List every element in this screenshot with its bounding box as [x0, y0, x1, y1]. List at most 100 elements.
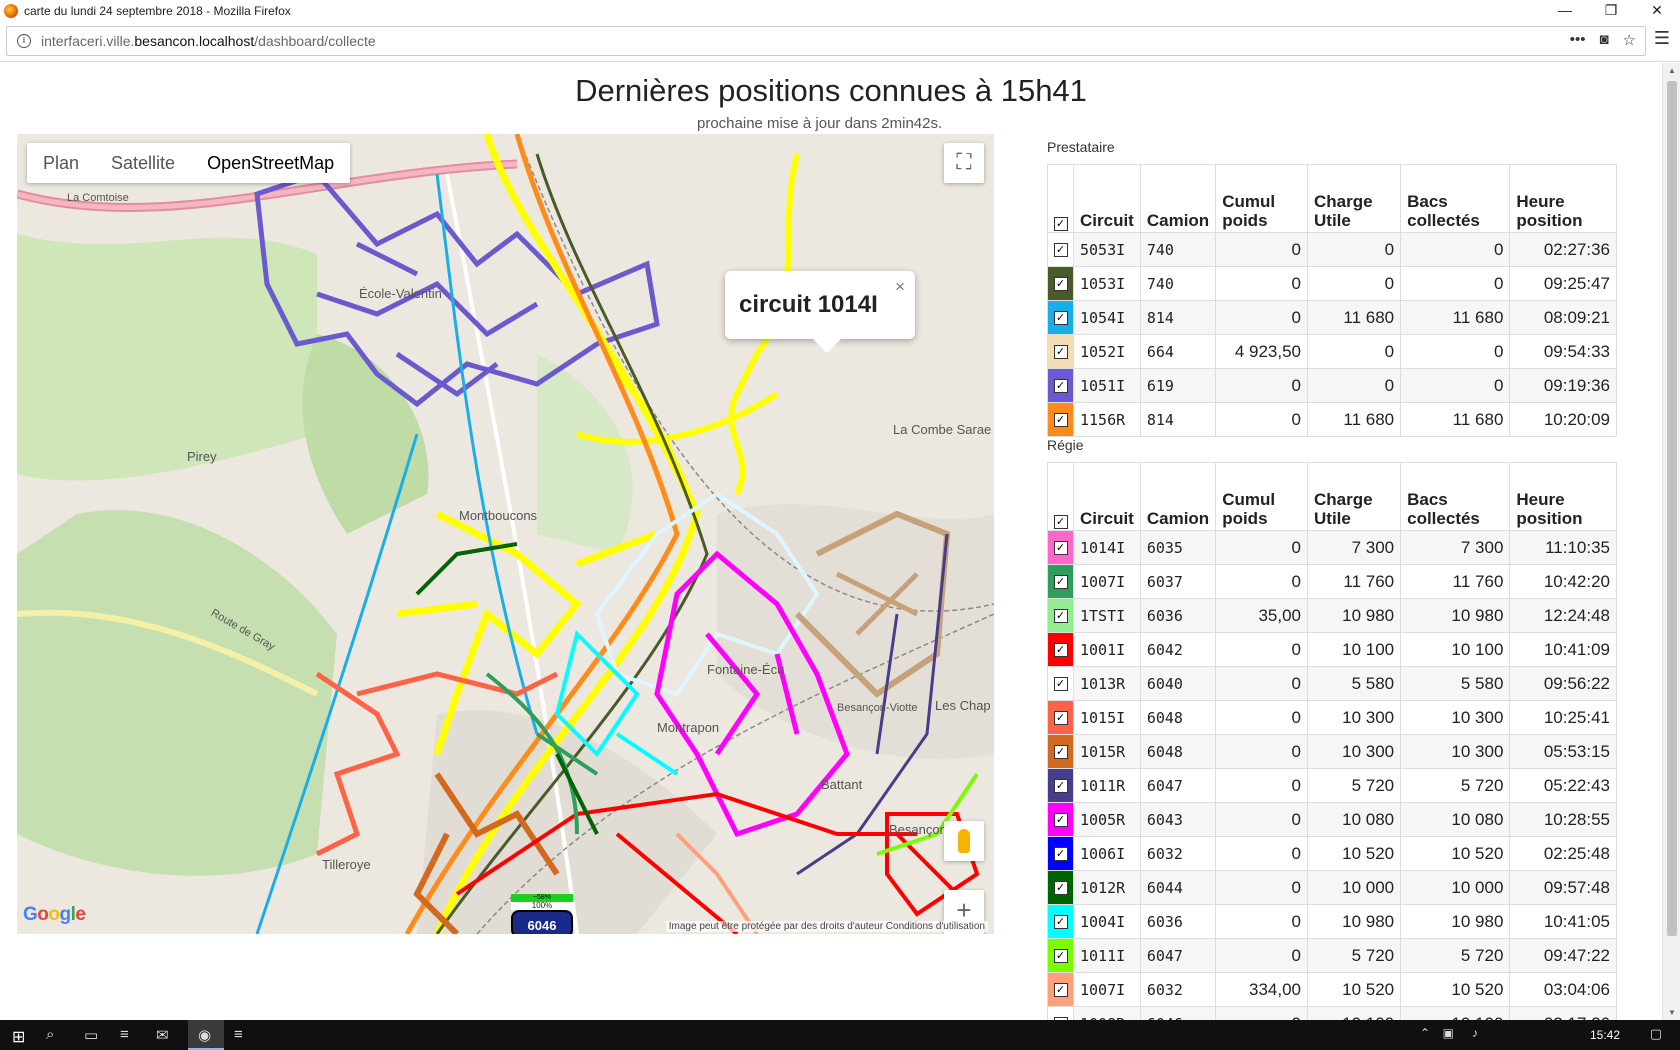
circuit-color-checkbox[interactable]: ✓: [1047, 700, 1074, 735]
col-camion[interactable]: Camion: [1139, 462, 1217, 531]
checkbox[interactable]: ✓: [1053, 745, 1068, 760]
checkbox[interactable]: ✓: [1053, 379, 1068, 394]
table-row[interactable]: ✓ 1011R 6047 0 5 720 5 720 05:22:43: [1047, 768, 1617, 803]
col-bacs[interactable]: Bacs collectés: [1400, 462, 1511, 531]
circuit-color-checkbox[interactable]: ✓: [1047, 402, 1074, 437]
circuit-color-checkbox[interactable]: ✓: [1047, 768, 1074, 803]
checkbox[interactable]: ✓: [1053, 949, 1068, 964]
outlook-icon[interactable]: ✉: [156, 1026, 169, 1044]
circuit-color-checkbox[interactable]: ✓: [1047, 904, 1074, 939]
col-cumul[interactable]: Cumul poids: [1215, 164, 1309, 233]
minimize-button[interactable]: —: [1542, 0, 1588, 22]
map-type-plan[interactable]: Plan: [27, 143, 95, 183]
circuit-color-checkbox[interactable]: ✓: [1047, 300, 1074, 335]
table-row[interactable]: ✓ 1007I 6037 0 11 760 11 760 10:42:20: [1047, 564, 1617, 599]
table-row[interactable]: ✓ 1156R 814 0 11 680 11 680 10:20:09: [1047, 402, 1617, 437]
circuit-color-checkbox[interactable]: ✓: [1047, 598, 1074, 633]
circuit-color-checkbox[interactable]: ✓: [1047, 972, 1074, 1007]
checkbox[interactable]: ✓: [1053, 609, 1068, 624]
circuit-color-checkbox[interactable]: ✓: [1047, 666, 1074, 701]
network-icon[interactable]: ▣: [1443, 1026, 1454, 1040]
col-camion[interactable]: Camion: [1139, 164, 1217, 233]
app-icon[interactable]: ≡: [120, 1026, 129, 1043]
url-input[interactable]: i interfaceri.ville. besancon.localhost/d…: [6, 26, 1646, 56]
table-row[interactable]: ✓ 1007I 6032 334,00 10 520 10 520 03:04:06: [1047, 972, 1617, 1007]
table-row[interactable]: ✓ 1054I 814 0 11 680 11 680 08:09:21: [1047, 300, 1617, 335]
windows-start-icon[interactable]: ⊞: [12, 1027, 25, 1047]
map-type-satellite[interactable]: Satellite: [95, 143, 191, 183]
taskbar-clock[interactable]: 15:42: [1590, 1028, 1620, 1042]
circuit-color-checkbox[interactable]: ✓: [1047, 632, 1074, 667]
checkbox[interactable]: ✓: [1053, 813, 1068, 828]
table-row[interactable]: ✓ 1001I 6042 0 10 100 10 100 10:41:09: [1047, 632, 1617, 667]
circuit-color-checkbox[interactable]: ✓: [1047, 870, 1074, 905]
checkbox[interactable]: ✓: [1053, 779, 1068, 794]
circuit-color-checkbox[interactable]: ✓: [1047, 836, 1074, 871]
checkbox[interactable]: ✓: [1053, 915, 1068, 930]
restore-button[interactable]: ❐: [1588, 0, 1634, 22]
table-row[interactable]: ✓ 5053I 740 0 0 0 02:27:36: [1047, 232, 1617, 267]
table-row[interactable]: ✓ 1006I 6032 0 10 520 10 520 02:25:48: [1047, 836, 1617, 871]
table-row[interactable]: ✓ 1051I 619 0 0 0 09:19:36: [1047, 368, 1617, 403]
checkbox[interactable]: ✓: [1053, 983, 1068, 998]
search-icon[interactable]: ⌕: [46, 1026, 54, 1043]
app2-icon[interactable]: ≡: [234, 1026, 243, 1043]
circuit-color-checkbox[interactable]: ✓: [1047, 232, 1074, 267]
table-row[interactable]: ✓1008R6046010 10010 10002:17:26: [1047, 1006, 1617, 1020]
col-heure[interactable]: Heure position: [1509, 462, 1617, 531]
map[interactable]: École-Valentin Pirey Montboucons La Comb…: [17, 134, 994, 934]
checkbox[interactable]: ✓: [1053, 413, 1068, 428]
col-charge[interactable]: Charge Utile: [1307, 462, 1402, 531]
checkbox[interactable]: ✓: [1053, 277, 1068, 292]
circuit-color-checkbox[interactable]: ✓: [1047, 564, 1074, 599]
select-all-checkbox[interactable]: ✓: [1047, 462, 1074, 531]
scrollbar-thumb[interactable]: [1667, 81, 1677, 936]
tray-chevron-icon[interactable]: ⌃: [1420, 1026, 1430, 1040]
table-row[interactable]: ✓ 1012R 6044 0 10 000 10 000 09:57:48: [1047, 870, 1617, 905]
col-cumul[interactable]: Cumul poids: [1215, 462, 1309, 531]
col-bacs[interactable]: Bacs collectés: [1400, 164, 1511, 233]
table-row[interactable]: ✓ 1053I 740 0 0 0 09:25:47: [1047, 266, 1617, 301]
table-row[interactable]: ✓ 1TSTI 6036 35,00 10 980 10 980 12:24:48: [1047, 598, 1617, 633]
circuit-color-checkbox[interactable]: ✓: [1047, 368, 1074, 403]
circuit-color-checkbox[interactable]: ✓: [1047, 530, 1074, 565]
truck-marker[interactable]: ~58% 100% 6046: [511, 894, 573, 934]
col-circuit[interactable]: Circuit: [1073, 164, 1141, 233]
fullscreen-icon[interactable]: ⛶: [944, 143, 984, 183]
circuit-color-checkbox[interactable]: ✓: [1047, 1006, 1074, 1020]
checkbox[interactable]: ✓: [1053, 575, 1068, 590]
table-row[interactable]: ✓ 1005R 6043 0 10 080 10 080 10:28:55: [1047, 802, 1617, 837]
circuit-color-checkbox[interactable]: ✓: [1047, 938, 1074, 973]
close-button[interactable]: ✕: [1634, 0, 1680, 22]
table-row[interactable]: ✓ 1052I 664 4 923,50 0 0 09:54:33: [1047, 334, 1617, 369]
page-scrollbar[interactable]: ▲ ▼: [1662, 63, 1680, 1020]
file-explorer-icon[interactable]: ▭: [84, 1026, 98, 1044]
table-row[interactable]: ✓ 1013R 6040 0 5 580 5 580 09:56:22: [1047, 666, 1617, 701]
checkbox[interactable]: ✓: [1053, 711, 1068, 726]
map-attribution[interactable]: Image peut être protégée par des droits …: [665, 921, 988, 932]
table-row[interactable]: ✓ 1004I 6036 0 10 980 10 980 10:41:05: [1047, 904, 1617, 939]
bookmark-star-icon[interactable]: ☆: [1623, 31, 1636, 49]
info-icon[interactable]: i: [17, 34, 31, 48]
table-row[interactable]: ✓ 1014I 6035 0 7 300 7 300 11:10:35: [1047, 530, 1617, 565]
checkbox[interactable]: ✓: [1053, 847, 1068, 862]
col-heure[interactable]: Heure position: [1509, 164, 1617, 233]
close-icon[interactable]: ×: [895, 277, 905, 297]
circuit-color-checkbox[interactable]: ✓: [1047, 802, 1074, 837]
table-row[interactable]: ✓ 1011I 6047 0 5 720 5 720 09:47:22: [1047, 938, 1617, 973]
col-circuit[interactable]: Circuit: [1073, 462, 1141, 531]
map-type-osm[interactable]: OpenStreetMap: [191, 143, 350, 183]
checkbox[interactable]: ✓: [1053, 677, 1068, 692]
checkbox[interactable]: ✓: [1053, 243, 1068, 258]
checkbox[interactable]: ✓: [1053, 311, 1068, 326]
checkbox[interactable]: ✓: [1053, 881, 1068, 896]
notifications-icon[interactable]: ▢: [1650, 1026, 1662, 1042]
circuit-color-checkbox[interactable]: ✓: [1047, 334, 1074, 369]
circuit-color-checkbox[interactable]: ✓: [1047, 266, 1074, 301]
select-all-checkbox[interactable]: ✓: [1047, 164, 1074, 233]
table-row[interactable]: ✓ 1015I 6048 0 10 300 10 300 10:25:41: [1047, 700, 1617, 735]
circuit-color-checkbox[interactable]: ✓: [1047, 734, 1074, 769]
menu-icon[interactable]: ☰: [1654, 28, 1670, 49]
volume-icon[interactable]: ♪: [1472, 1026, 1478, 1040]
col-charge[interactable]: Charge Utile: [1307, 164, 1402, 233]
